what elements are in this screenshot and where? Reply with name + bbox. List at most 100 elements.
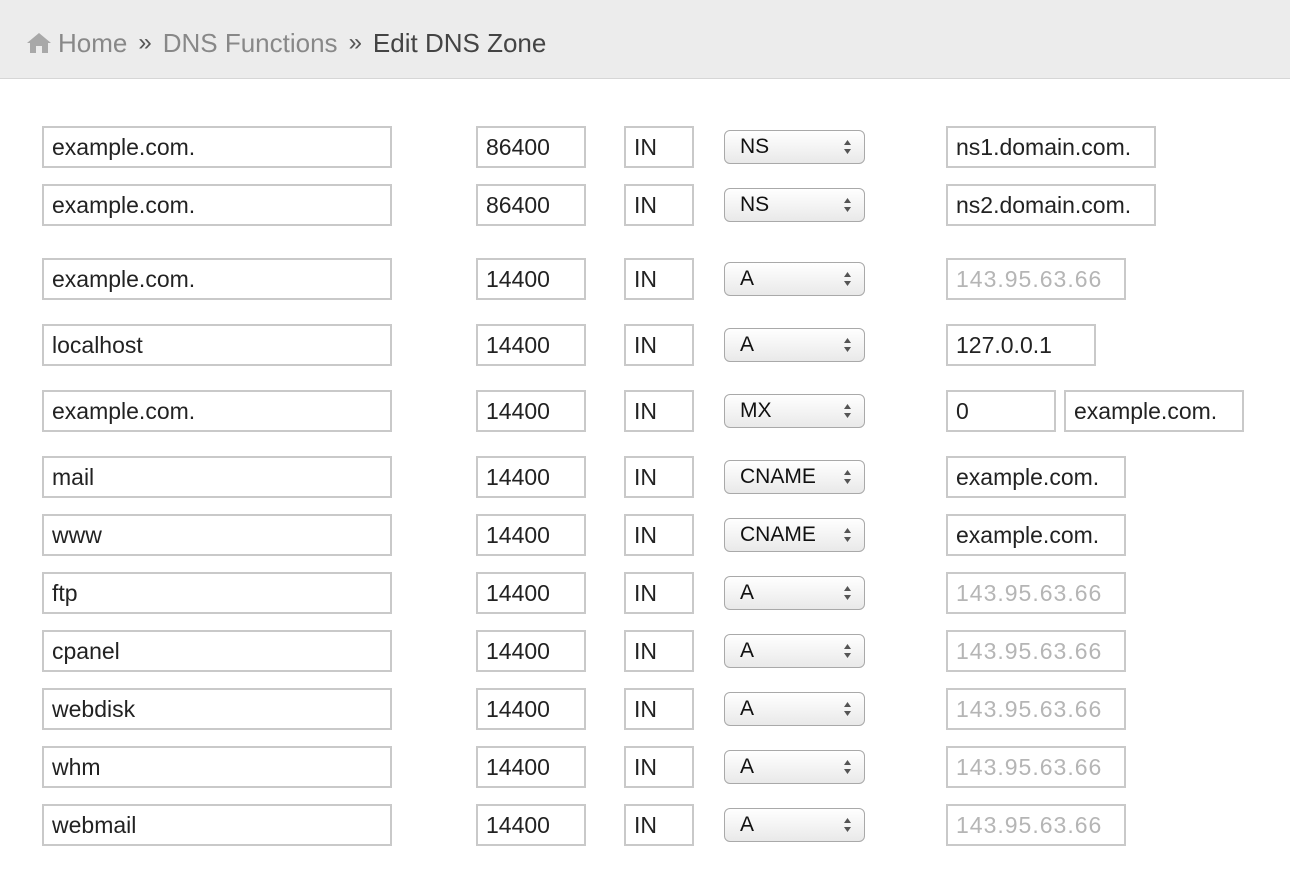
record-value-input[interactable]: 143.95.63.66: [946, 688, 1126, 730]
record-value-input[interactable]: 143.95.63.66: [946, 804, 1126, 846]
zone-record-row: www 14400 IN CNAME example.com.: [0, 514, 1290, 556]
record-class-input[interactable]: IN: [624, 258, 694, 300]
select-arrows-icon: [844, 198, 851, 212]
record-name-input[interactable]: webdisk: [42, 688, 392, 730]
breadcrumb-dns-functions-link[interactable]: DNS Functions: [163, 27, 338, 59]
record-name-input[interactable]: ftp: [42, 572, 392, 614]
zone-record-row: webdisk 14400 IN A 143.95.63.66: [0, 688, 1290, 730]
record-value-input[interactable]: 143.95.63.66: [946, 746, 1126, 788]
record-ttl-input[interactable]: 14400: [476, 688, 586, 730]
home-icon[interactable]: [26, 32, 52, 54]
record-type-value: CNAME: [740, 465, 816, 488]
record-name-input[interactable]: mail: [42, 456, 392, 498]
record-name-input[interactable]: localhost: [42, 324, 392, 366]
record-value-input[interactable]: example.com.: [946, 456, 1126, 498]
zone-record-row: webmail 14400 IN A 143.95.63.66: [0, 804, 1290, 846]
record-type-value: A: [740, 755, 755, 778]
record-type-value: MX: [740, 399, 772, 422]
record-type-select[interactable]: A: [724, 634, 865, 668]
record-name-input[interactable]: www: [42, 514, 392, 556]
record-name-input[interactable]: webmail: [42, 804, 392, 846]
record-type-select[interactable]: A: [724, 262, 865, 296]
zone-record-row: mail 14400 IN CNAME example.com.: [0, 456, 1290, 498]
record-type-select[interactable]: NS: [724, 188, 865, 222]
record-ttl-input[interactable]: 14400: [476, 746, 586, 788]
record-type-select[interactable]: A: [724, 808, 865, 842]
record-ttl-input[interactable]: 86400: [476, 126, 586, 168]
breadcrumb: Home » DNS Functions » Edit DNS Zone: [26, 27, 546, 59]
mx-destination-input[interactable]: example.com.: [1064, 390, 1244, 432]
record-name-input[interactable]: example.com.: [42, 258, 392, 300]
select-arrows-icon: [844, 404, 851, 418]
record-value-input[interactable]: example.com.: [946, 514, 1126, 556]
record-type-value: CNAME: [740, 523, 816, 546]
record-name-input[interactable]: example.com.: [42, 184, 392, 226]
record-name-input[interactable]: example.com.: [42, 390, 392, 432]
record-type-value: A: [740, 813, 755, 836]
select-arrows-icon: [844, 140, 851, 154]
record-name-input[interactable]: whm: [42, 746, 392, 788]
record-ttl-input[interactable]: 14400: [476, 390, 586, 432]
record-ttl-input[interactable]: 14400: [476, 324, 586, 366]
breadcrumb-home-link[interactable]: Home: [58, 27, 127, 59]
record-class-input[interactable]: IN: [624, 184, 694, 226]
record-type-select[interactable]: A: [724, 692, 865, 726]
mx-priority-input[interactable]: 0: [946, 390, 1056, 432]
zone-record-row: example.com. 14400 IN A 143.95.63.66: [0, 258, 1290, 300]
zone-record-row: ftp 14400 IN A 143.95.63.66: [0, 572, 1290, 614]
record-ttl-input[interactable]: 14400: [476, 630, 586, 672]
record-type-select[interactable]: MX: [724, 394, 865, 428]
record-value-input[interactable]: 143.95.63.66: [946, 630, 1126, 672]
record-class-input[interactable]: IN: [624, 630, 694, 672]
record-class-input[interactable]: IN: [624, 456, 694, 498]
record-type-select[interactable]: CNAME: [724, 460, 865, 494]
zone-record-row: example.com. 14400 IN MX 0 example.com.: [0, 390, 1290, 432]
top-bar: Home » DNS Functions » Edit DNS Zone: [0, 0, 1290, 79]
select-arrows-icon: [844, 818, 851, 832]
record-name-input[interactable]: cpanel: [42, 630, 392, 672]
select-arrows-icon: [844, 338, 851, 352]
zone-record-row: example.com. 86400 IN NS ns1.domain.com.: [0, 126, 1290, 168]
select-arrows-icon: [844, 272, 851, 286]
select-arrows-icon: [844, 470, 851, 484]
record-type-value: A: [740, 267, 755, 290]
record-class-input[interactable]: IN: [624, 804, 694, 846]
record-class-input[interactable]: IN: [624, 746, 694, 788]
record-ttl-input[interactable]: 14400: [476, 572, 586, 614]
record-type-select[interactable]: A: [724, 576, 865, 610]
record-ttl-input[interactable]: 86400: [476, 184, 586, 226]
record-type-value: NS: [740, 135, 770, 158]
record-type-value: A: [740, 581, 755, 604]
select-arrows-icon: [844, 702, 851, 716]
record-class-input[interactable]: IN: [624, 126, 694, 168]
record-name-input[interactable]: example.com.: [42, 126, 392, 168]
zone-record-row: localhost 14400 IN A 127.0.0.1: [0, 324, 1290, 366]
record-type-value: A: [740, 697, 755, 720]
select-arrows-icon: [844, 586, 851, 600]
record-value-input[interactable]: 143.95.63.66: [946, 572, 1126, 614]
record-type-select[interactable]: NS: [724, 130, 865, 164]
zone-record-row: cpanel 14400 IN A 143.95.63.66: [0, 630, 1290, 672]
record-class-input[interactable]: IN: [624, 390, 694, 432]
record-type-select[interactable]: A: [724, 750, 865, 784]
record-type-select[interactable]: CNAME: [724, 518, 865, 552]
record-ttl-input[interactable]: 14400: [476, 514, 586, 556]
breadcrumb-separator: »: [348, 29, 362, 56]
record-value-input[interactable]: ns2.domain.com.: [946, 184, 1156, 226]
record-type-select[interactable]: A: [724, 328, 865, 362]
record-value-input[interactable]: 143.95.63.66: [946, 258, 1126, 300]
record-class-input[interactable]: IN: [624, 688, 694, 730]
record-class-input[interactable]: IN: [624, 324, 694, 366]
record-type-value: A: [740, 639, 755, 662]
breadcrumb-separator: »: [138, 29, 152, 56]
record-class-input[interactable]: IN: [624, 572, 694, 614]
record-value-input[interactable]: ns1.domain.com.: [946, 126, 1156, 168]
record-type-value: NS: [740, 193, 770, 216]
record-ttl-input[interactable]: 14400: [476, 456, 586, 498]
zone-record-row: whm 14400 IN A 143.95.63.66: [0, 746, 1290, 788]
record-value-input[interactable]: 127.0.0.1: [946, 324, 1096, 366]
record-class-input[interactable]: IN: [624, 514, 694, 556]
record-ttl-input[interactable]: 14400: [476, 804, 586, 846]
record-ttl-input[interactable]: 14400: [476, 258, 586, 300]
select-arrows-icon: [844, 760, 851, 774]
